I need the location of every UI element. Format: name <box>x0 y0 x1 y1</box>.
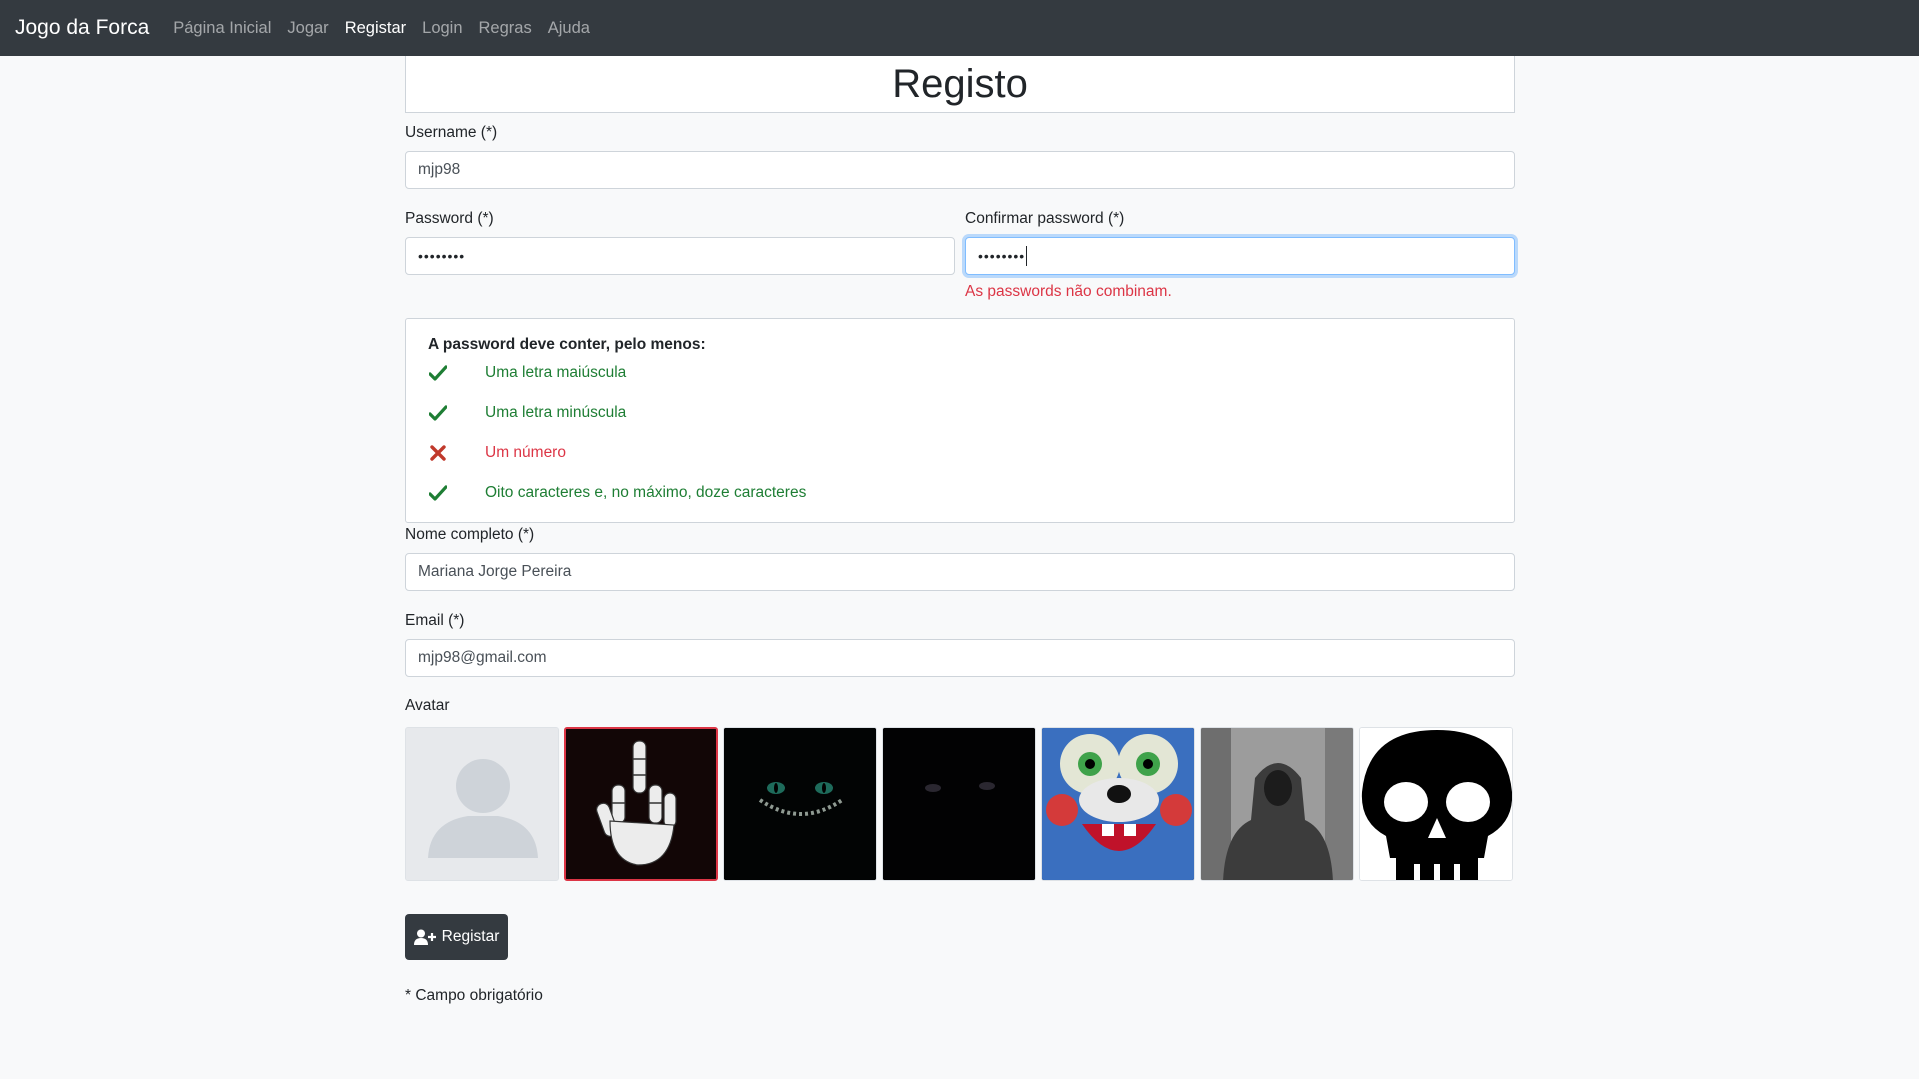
username-group: Username (*) mjp98 <box>405 124 1515 189</box>
green-eyes-grin-avatar[interactable] <box>723 727 877 881</box>
skeleton-hand-avatar[interactable] <box>564 727 718 881</box>
cross-icon <box>428 443 448 463</box>
password-rules-box: A password deve conter, pelo menos: Uma … <box>405 318 1515 523</box>
nav-item-jogar[interactable]: Jogar <box>287 19 328 38</box>
default-avatar[interactable] <box>405 727 559 881</box>
avatar-picker <box>405 727 1518 881</box>
register-form-container: Registo Username (*) mjp98 Password (*) … <box>405 56 1515 1004</box>
add-user-icon <box>413 929 436 945</box>
rule-lowercase: Uma letra minúscula <box>428 403 626 423</box>
confirm-password-group: Confirmar password (*) •••••••• As passw… <box>965 210 1515 301</box>
check-icon <box>428 363 448 383</box>
rule-number: Um número <box>428 443 566 463</box>
rule-text: Um número <box>485 444 566 461</box>
check-icon <box>428 483 448 503</box>
skull-avatar[interactable] <box>1359 727 1513 881</box>
text-caret <box>1026 246 1028 266</box>
password-input[interactable]: •••••••• <box>405 237 955 275</box>
password-rules-title: A password deve conter, pelo menos: <box>428 336 706 353</box>
nav-item-regras[interactable]: Regras <box>479 19 532 38</box>
password-group: Password (*) •••••••• <box>405 210 955 275</box>
top-navbar: Jogo da Forca Página Inicial Jogar Regis… <box>0 0 1919 56</box>
email-input[interactable]: mjp98@gmail.com <box>405 639 1515 677</box>
fullname-value: Mariana Jorge Pereira <box>418 563 572 580</box>
nav-item-login[interactable]: Login <box>422 19 462 38</box>
rule-text: Uma letra minúscula <box>485 404 627 421</box>
username-value: mjp98 <box>418 161 461 178</box>
rule-length: Oito caracteres e, no máximo, doze carac… <box>428 483 806 503</box>
username-input[interactable]: mjp98 <box>405 151 1515 189</box>
required-field-note: * Campo obrigatório <box>405 987 543 1004</box>
fullname-label: Nome completo (*) <box>405 526 535 543</box>
check-icon <box>428 403 448 423</box>
fullname-input[interactable]: Mariana Jorge Pereira <box>405 553 1515 591</box>
register-button-label: Registar <box>441 928 500 945</box>
email-label: Email (*) <box>405 612 465 629</box>
username-label: Username (*) <box>405 124 498 141</box>
nav-item-ajuda[interactable]: Ajuda <box>548 19 590 38</box>
rule-uppercase: Uma letra maiúscula <box>428 363 626 383</box>
fullname-group: Nome completo (*) Mariana Jorge Pereira <box>405 526 1515 591</box>
rule-text: Oito caracteres e, no máximo, doze carac… <box>485 484 807 501</box>
dark-eyes-avatar[interactable] <box>882 727 1036 881</box>
email-value: mjp98@gmail.com <box>418 649 547 666</box>
confirm-password-input[interactable]: •••••••• <box>965 237 1515 275</box>
confirm-password-value: •••••••• <box>978 248 1026 264</box>
page-title-box: Registo <box>405 56 1515 113</box>
confirm-password-label: Confirmar password (*) <box>965 210 1125 227</box>
avatar-label: Avatar <box>405 697 450 714</box>
password-label: Password (*) <box>405 210 494 227</box>
hooded-figure-avatar[interactable] <box>1200 727 1354 881</box>
rule-text: Uma letra maiúscula <box>485 364 627 381</box>
register-button[interactable]: Registar <box>405 914 508 960</box>
email-group: Email (*) mjp98@gmail.com <box>405 612 1515 677</box>
nav-item-pagina-inicial[interactable]: Página Inicial <box>173 19 271 38</box>
confirm-password-error: As passwords não combinam. <box>965 283 1172 300</box>
nav-item-registar[interactable]: Registar <box>345 19 406 38</box>
page-title: Registo <box>892 61 1028 106</box>
brand-logo[interactable]: Jogo da Forca <box>15 16 149 40</box>
password-value: •••••••• <box>418 248 466 264</box>
animatronic-avatar[interactable] <box>1041 727 1195 881</box>
